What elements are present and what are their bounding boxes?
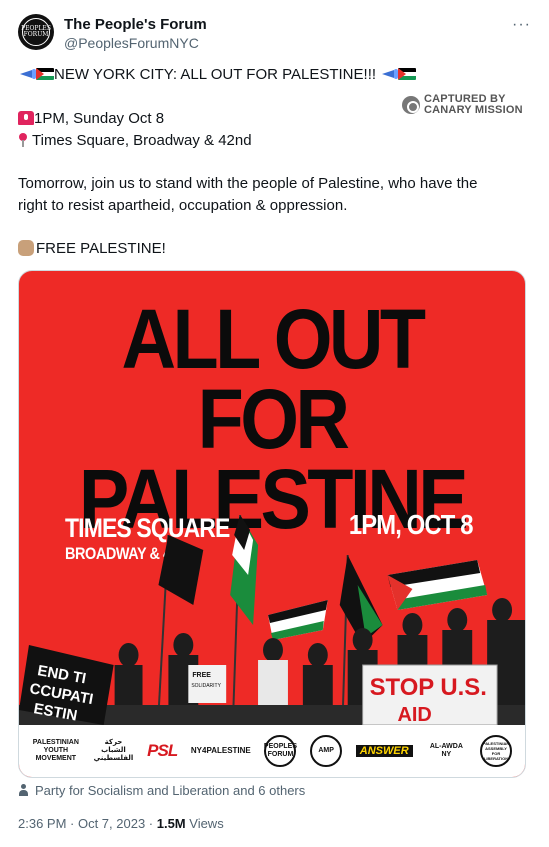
- siren-icon: [18, 111, 34, 125]
- logo-psl: PSL: [147, 741, 178, 760]
- social-context[interactable]: Party for Socialism and Liberation and 6…: [18, 783, 305, 798]
- flag-center: [230, 515, 259, 716]
- flag-mid: [268, 600, 328, 640]
- poster-headline-line1: ALL OUT FOR: [121, 292, 427, 466]
- watermark-line2: CANARY MISSION: [424, 104, 523, 116]
- tweet-time: 1PM, Sunday Oct 8: [34, 110, 165, 127]
- account-handle[interactable]: @PeoplesForumNYC: [64, 35, 199, 51]
- poster-image[interactable]: ALL OUT FOR PALESTINE TIMES SQUARE BROAD…: [18, 270, 526, 778]
- tweet-timestamp[interactable]: 2:36 PM · Oct 7, 2023 ·: [18, 816, 157, 831]
- logo-peoples-forum: PEOPLES FORUM: [264, 735, 297, 767]
- flag-far-right: [387, 560, 488, 610]
- sign-stop-us-aid: STOP U.S. AID: [362, 664, 498, 725]
- views-label: Views: [185, 816, 224, 831]
- logo-arabic-movement: حركة الشباب الفلسطيني: [93, 739, 134, 762]
- tweet-headline-line: NEW YORK CITY: ALL OUT FOR PALESTINE!!!: [18, 66, 417, 83]
- social-context-text: Party for Socialism and Liberation and 6…: [35, 783, 306, 798]
- logo-ny4palestine: NY4PALESTINE: [190, 746, 251, 755]
- tweet-time-line: 1PM, Sunday Oct 8: [18, 110, 164, 127]
- tweet-body-line2: right to resist apartheid, occupation & …: [18, 197, 348, 214]
- logo-amp: AMP: [310, 735, 343, 767]
- canary-mission-icon: [402, 96, 420, 114]
- tweet-headline: NEW YORK CITY: ALL OUT FOR PALESTINE!!!: [54, 66, 377, 83]
- avatar[interactable]: PEOPLES FORUM: [18, 14, 54, 50]
- poster-headline: ALL OUT FOR PALESTINE: [44, 292, 499, 541]
- megaphone-icon: [18, 68, 36, 80]
- tweet-location-line: Times Square, Broadway & 42nd: [18, 132, 252, 149]
- pin-icon: [18, 133, 28, 147]
- sign-text-7: SOLIDARITY: [191, 683, 221, 689]
- account-name[interactable]: The People's Forum: [64, 16, 207, 33]
- tweet-closing-line: FREE PALESTINE!: [18, 240, 166, 257]
- crowd-photo: END TI CCUPATI ESTIN STOP U.S. AID FREE …: [19, 515, 525, 725]
- tweet-closing: FREE PALESTINE!: [36, 240, 166, 257]
- tweet-location: Times Square, Broadway & 42nd: [32, 132, 252, 149]
- tweet-header: PEOPLES FORUM The People's Forum @People…: [18, 14, 535, 54]
- logo-answer: ANSWER: [355, 745, 413, 757]
- watermark-text: CAPTURED BY CANARY MISSION: [424, 94, 523, 116]
- sign-text-5: AID: [398, 704, 432, 725]
- sign-text-6: FREE: [192, 672, 211, 679]
- sign-free-solidarity: FREE SOLIDARITY: [188, 665, 227, 703]
- sign-end-occupation: END TI CCUPATI ESTIN: [19, 645, 114, 725]
- megaphone-icon: [380, 68, 399, 80]
- raised-fist-icon: [18, 240, 34, 256]
- avatar-logo: PEOPLES FORUM: [21, 18, 51, 46]
- tweet-meta: 2:36 PM · Oct 7, 2023 · 1.5M Views: [18, 816, 224, 831]
- more-options-icon[interactable]: ···: [512, 16, 531, 34]
- sign-text-4: STOP U.S.: [370, 674, 487, 701]
- palestine-flag-icon: [36, 68, 54, 80]
- logo-al-awda: AL-AWDA NY: [429, 743, 463, 758]
- logo-pal: PALESTINIAN ASSEMBLY FOR LIBERATION: [480, 735, 513, 767]
- organizer-logos: PALESTINIAN YOUTH MOVEMENT حركة الشباب ا…: [19, 725, 525, 777]
- tweet-body-line1: Tomorrow, join us to stand with the peop…: [18, 175, 478, 192]
- logo-pym: PALESTINIAN YOUTH MOVEMENT: [32, 739, 79, 762]
- canary-mission-watermark: CAPTURED BY CANARY MISSION: [402, 94, 532, 120]
- person-icon: [18, 784, 29, 796]
- palestine-flag-icon: [398, 68, 417, 80]
- views-count: 1.5M: [156, 816, 186, 831]
